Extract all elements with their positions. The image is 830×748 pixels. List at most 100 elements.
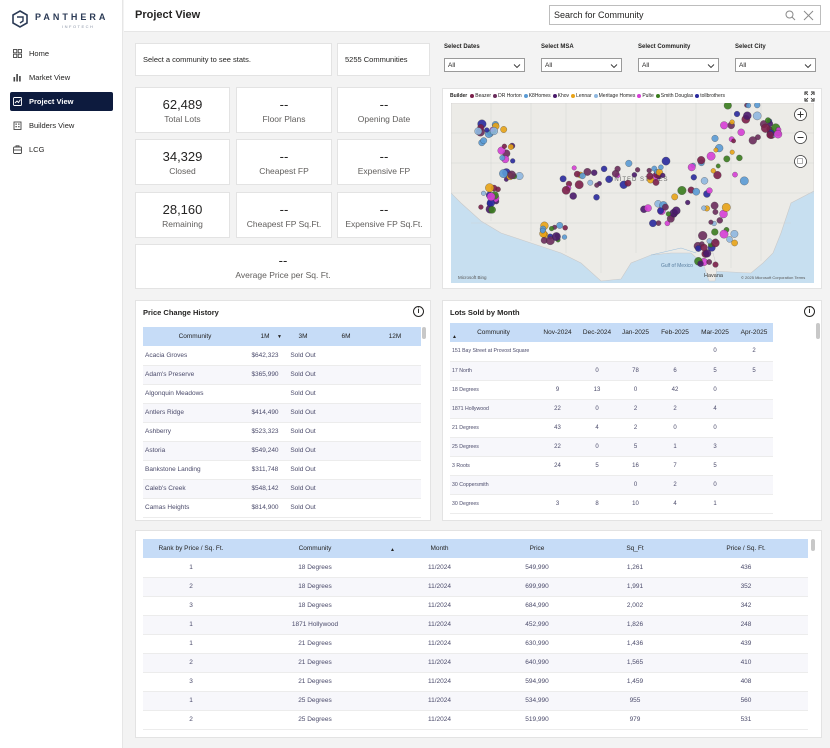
- map-marker[interactable]: [697, 156, 706, 165]
- map-marker[interactable]: [478, 204, 484, 210]
- map-marker[interactable]: [635, 167, 641, 173]
- table-row[interactable]: Adam's Preserve $365,990 Sold Out: [143, 365, 421, 385]
- map-marker[interactable]: [713, 147, 719, 153]
- col-header[interactable]: Nov-2024: [537, 323, 578, 342]
- map-marker[interactable]: [729, 149, 735, 155]
- search-input[interactable]: Search for Community: [554, 10, 644, 20]
- map-marker[interactable]: [556, 222, 564, 229]
- table-row[interactable]: 3 18 Degrees 11/2024 684,990 2,002 342: [143, 596, 808, 616]
- table-row[interactable]: 2 21 Degrees 11/2024 640,990 1,565 410: [143, 653, 808, 673]
- expand-icon[interactable]: [804, 91, 815, 102]
- map-marker[interactable]: [715, 163, 721, 169]
- map-marker[interactable]: [730, 230, 739, 238]
- map-marker[interactable]: [480, 137, 488, 145]
- map-marker[interactable]: [701, 205, 707, 211]
- filter-community-select[interactable]: All: [638, 58, 719, 72]
- map-marker[interactable]: [672, 206, 681, 215]
- select-area-icon[interactable]: [794, 155, 807, 168]
- map-marker[interactable]: [733, 110, 741, 118]
- filter-dates-select[interactable]: All: [444, 58, 525, 72]
- info-icon[interactable]: i: [804, 306, 815, 317]
- table-row[interactable]: 2 18 Degrees 11/2024 699,990 1,991 352: [143, 577, 808, 597]
- col-header[interactable]: Price / Sq. Ft.: [684, 539, 808, 558]
- search-box[interactable]: Search for Community: [549, 5, 821, 25]
- map-marker[interactable]: [499, 169, 508, 178]
- map-marker[interactable]: [574, 180, 584, 190]
- map-marker[interactable]: [562, 225, 568, 231]
- map-marker[interactable]: [732, 171, 738, 178]
- map-marker[interactable]: [745, 103, 752, 109]
- col-header[interactable]: Mar-2025: [695, 323, 735, 342]
- map-marker[interactable]: [711, 238, 720, 248]
- map-marker[interactable]: [646, 167, 652, 174]
- map-marker[interactable]: [729, 119, 735, 125]
- map-marker[interactable]: [587, 179, 594, 186]
- table-row[interactable]: Ashberry $523,323 Sold Out: [143, 422, 421, 442]
- map-marker[interactable]: [485, 183, 495, 193]
- table-row[interactable]: 3 Roots 24 5 16 7 5: [450, 456, 773, 476]
- map-marker[interactable]: [552, 232, 561, 241]
- map-marker[interactable]: [708, 219, 714, 225]
- col-header[interactable]: 12M: [369, 327, 421, 346]
- table-row[interactable]: 25 Degrees 22 0 5 1 3: [450, 437, 773, 457]
- map-marker[interactable]: [766, 131, 774, 139]
- nav-item-lcg[interactable]: LCG: [10, 140, 113, 159]
- map-marker[interactable]: [752, 111, 762, 121]
- map-marker[interactable]: [539, 227, 546, 234]
- legend-item[interactable]: DR Horton: [493, 93, 522, 99]
- nav-item-builders-view[interactable]: Builders View: [10, 116, 113, 135]
- map-marker[interactable]: [605, 175, 613, 183]
- table-row[interactable]: 1 21 Degrees 11/2024 630,990 1,436 439: [143, 634, 808, 654]
- map-marker[interactable]: [569, 192, 577, 200]
- map-marker[interactable]: [706, 151, 716, 161]
- map-marker[interactable]: [510, 158, 516, 164]
- info-icon[interactable]: i: [413, 306, 424, 317]
- map-marker[interactable]: [559, 175, 567, 183]
- table-row[interactable]: 2 25 Degrees 11/2024 519,990 979 531: [143, 710, 808, 730]
- zoom-in-icon[interactable]: [794, 108, 807, 121]
- table-row[interactable]: 17 North 0 78 6 5 5: [450, 361, 773, 381]
- map-marker[interactable]: [739, 176, 749, 186]
- legend-item[interactable]: Khov: [552, 93, 569, 99]
- map-marker[interactable]: [685, 199, 691, 206]
- col-header[interactable]: ▼ 3M: [277, 327, 323, 346]
- table-row[interactable]: 21 Degrees 43 4 2 0 0: [450, 418, 773, 438]
- table-row[interactable]: 18 Degrees 9 13 0 42 0: [450, 380, 773, 400]
- close-icon[interactable]: [803, 10, 814, 21]
- scrollbar[interactable]: [816, 323, 820, 339]
- map-marker[interactable]: [561, 234, 568, 240]
- col-header[interactable]: Community ▲: [450, 323, 537, 342]
- col-header[interactable]: Dec-2024: [578, 323, 616, 342]
- map-marker[interactable]: [712, 209, 719, 215]
- legend-item[interactable]: Meritage Homes: [593, 93, 635, 99]
- map-marker[interactable]: [484, 127, 490, 133]
- map-marker[interactable]: [723, 103, 732, 110]
- search-icon[interactable]: [785, 10, 796, 21]
- map-marker[interactable]: [706, 238, 713, 244]
- table-row[interactable]: Camas Heights $814,900 Sold Out: [143, 498, 421, 518]
- map-marker[interactable]: [573, 170, 581, 178]
- map-marker[interactable]: [698, 231, 708, 241]
- map-marker[interactable]: [561, 186, 571, 195]
- scrollbar[interactable]: [422, 327, 426, 339]
- legend-item[interactable]: Pulte: [637, 93, 654, 99]
- map-marker[interactable]: [658, 164, 664, 170]
- map-marker[interactable]: [743, 111, 752, 120]
- table-row[interactable]: 3 21 Degrees 11/2024 594,990 1,459 408: [143, 672, 808, 692]
- map-marker[interactable]: [600, 165, 608, 173]
- col-header[interactable]: Sq_Ft: [586, 539, 684, 558]
- filter-msa-select[interactable]: All: [541, 58, 622, 72]
- table-row[interactable]: 1871 Hollywood 22 0 2 2 4: [450, 399, 773, 419]
- map-marker[interactable]: [687, 163, 696, 172]
- col-header[interactable]: Apr-2025: [735, 323, 773, 342]
- map-marker[interactable]: [507, 143, 514, 150]
- legend-item[interactable]: K8Homes: [523, 93, 551, 99]
- map-marker[interactable]: [726, 236, 733, 243]
- map-marker[interactable]: [499, 154, 506, 161]
- map-marker[interactable]: [655, 220, 662, 226]
- col-header[interactable]: Community: [143, 327, 247, 346]
- map-marker[interactable]: [706, 259, 713, 265]
- col-header[interactable]: 6M: [323, 327, 369, 346]
- map-marker[interactable]: [710, 201, 719, 210]
- map-marker[interactable]: [692, 187, 700, 196]
